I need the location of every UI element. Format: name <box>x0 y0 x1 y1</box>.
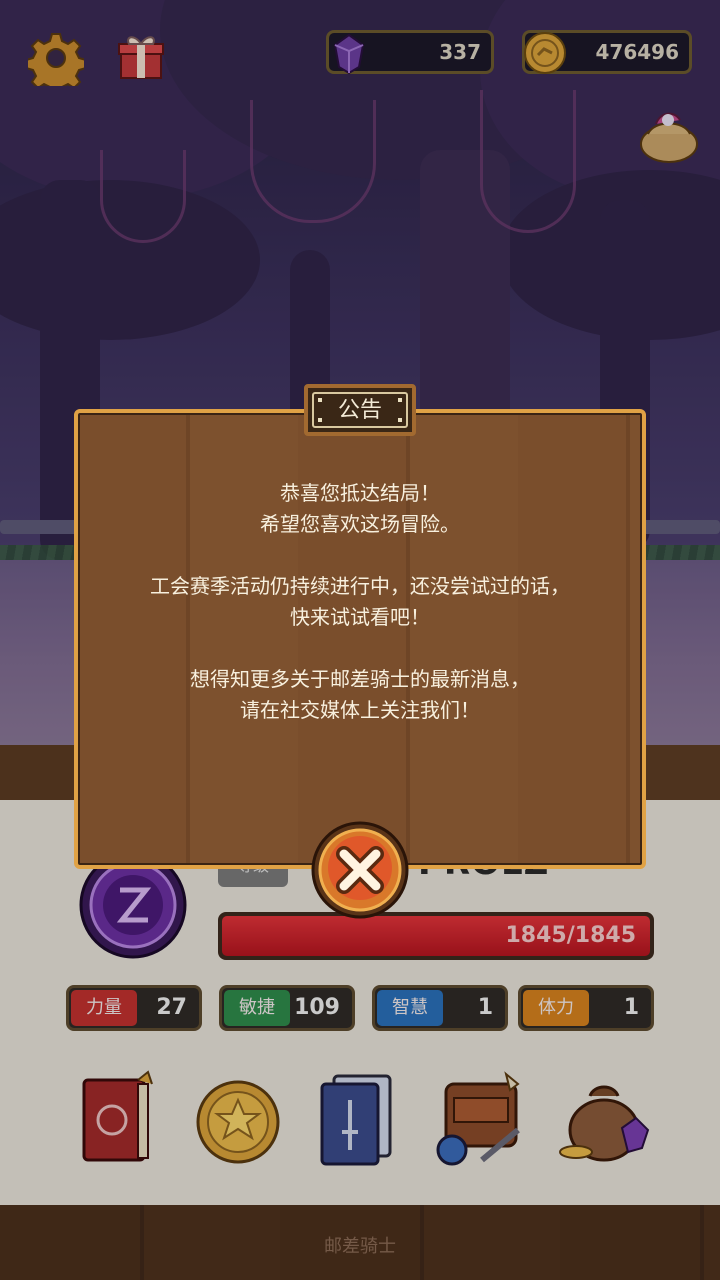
dialog-line: 快来试试看吧！ <box>290 605 430 629</box>
dialog-paragraph: 工会赛季活动仍持续进行中，还没尝试过的话， 快来试试看吧！ <box>74 571 646 633</box>
dialog-line: 希望您喜欢这场冒险。 <box>260 512 460 536</box>
close-button[interactable] <box>310 820 410 920</box>
dialog-line: 工会赛季活动仍持续进行中，还没尝试过的话， <box>150 574 570 598</box>
dialog-paragraph: 恭喜您抵达结局！ 希望您喜欢这场冒险。 <box>74 478 646 540</box>
dialog-line: 恭喜您抵达结局！ <box>280 481 440 505</box>
close-x-icon <box>336 846 384 894</box>
dialog-line: 想得知更多关于邮差骑士的最新消息， <box>190 667 530 691</box>
dialog-body: 恭喜您抵达结局！ 希望您喜欢这场冒险。 工会赛季活动仍持续进行中，还没尝试过的话… <box>74 478 646 757</box>
dialog-line: 请在社交媒体上关注我们！ <box>240 698 480 722</box>
dialog-title: 公告 <box>337 398 382 423</box>
dialog-paragraph: 想得知更多关于邮差骑士的最新消息， 请在社交媒体上关注我们！ <box>74 664 646 726</box>
dialog-title-tab: 公告 <box>304 384 416 436</box>
